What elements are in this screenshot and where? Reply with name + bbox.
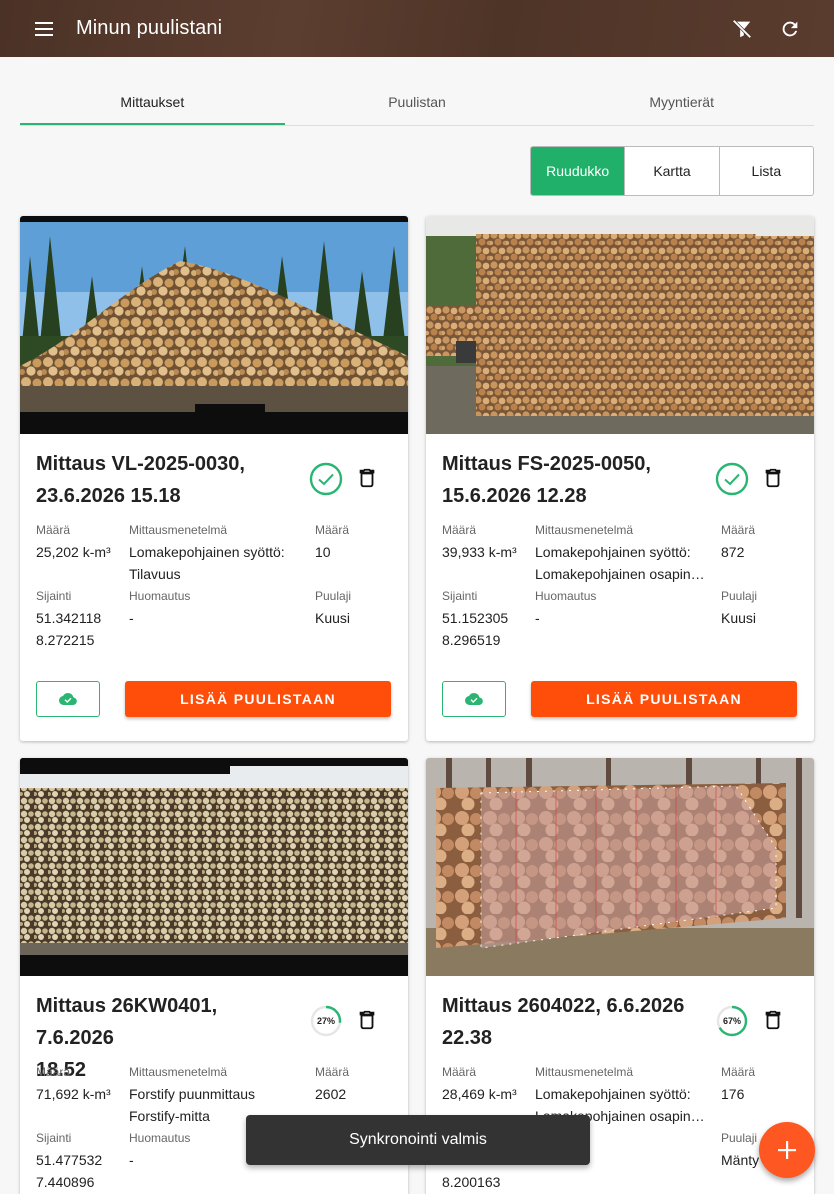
label-species: Puulaji	[315, 589, 352, 603]
check-circle-icon	[309, 462, 343, 496]
value-note: -	[129, 1152, 134, 1168]
label-note: Huomautus	[129, 589, 191, 603]
view-map-button[interactable]: Kartta	[624, 147, 718, 195]
label-amount: Määrä	[36, 523, 71, 537]
card-title-line1: Mittaus 26KW0401, 7.6.2026	[36, 995, 218, 1049]
cloud-upload-button[interactable]	[442, 681, 506, 717]
add-measurement-button[interactable]	[759, 1122, 815, 1178]
card-title-line2: 15.6.2026 12.28	[442, 485, 587, 507]
value-method-line1: Forstify puunmittaus	[129, 1086, 256, 1102]
snackbar-text: Synkronointi valmis	[349, 1131, 487, 1148]
tab-puulistan[interactable]: Puulistan	[285, 80, 550, 125]
cloud-upload-button[interactable]	[36, 681, 100, 717]
value-method-line2: Tilavuus	[129, 566, 181, 582]
card-title-line2: 22.38	[442, 1027, 493, 1049]
label-note: Huomautus	[129, 1131, 191, 1145]
trash-icon[interactable]	[356, 467, 378, 489]
check-circle-icon	[715, 462, 749, 496]
tab-bar: Mittaukset Puulistan Myyntierät	[20, 80, 814, 126]
value-volume: 25,202 k-m³	[36, 544, 111, 560]
label-method: Mittausmenetelmä	[129, 523, 228, 537]
menu-icon[interactable]	[32, 17, 56, 41]
card-title-line1: Mittaus 2604022, 6.6.2026	[442, 995, 685, 1017]
page-title: Minun puulistani	[76, 17, 223, 39]
card-title-line2: 23.6.2026 15.18	[36, 485, 181, 507]
label-note: Huomautus	[535, 589, 597, 603]
value-volume: 71,692 k-m³	[36, 1086, 111, 1102]
value-species: Mänty	[721, 1152, 760, 1168]
value-species: Kuusi	[315, 610, 351, 626]
value-count: 10	[315, 544, 331, 560]
progress-ring: 67%	[715, 1004, 749, 1038]
progress-label: 67%	[723, 1016, 741, 1026]
label-method: Mittausmenetelmä	[129, 1065, 228, 1079]
value-method-line1: Lomakepohjainen syöttö:	[535, 1086, 691, 1102]
cloud-done-icon	[59, 693, 77, 705]
value-count: 176	[721, 1086, 745, 1102]
label-amount: Määrä	[442, 1065, 477, 1079]
add-to-list-button[interactable]: LISÄÄ PUULISTAAN	[125, 681, 391, 717]
label-count: Määrä	[721, 523, 756, 537]
card-title: Mittaus 2604022, 6.6.2026 22.38	[442, 990, 702, 1054]
trash-icon[interactable]	[762, 1009, 784, 1031]
value-latitude: 51.152305	[442, 610, 509, 626]
value-longitude: 8.272215	[36, 632, 95, 648]
progress-ring: 27%	[309, 1004, 343, 1038]
refresh-icon[interactable]	[778, 17, 802, 41]
card-title: Mittaus FS-2025-0050, 15.6.2026 12.28	[442, 448, 702, 512]
measurement-photo	[426, 758, 814, 976]
measurement-photo	[20, 216, 408, 434]
trash-icon[interactable]	[356, 1009, 378, 1031]
tab-myyntierat[interactable]: Myyntierät	[549, 80, 814, 125]
measurement-card[interactable]: Mittaus FS-2025-0050, 15.6.2026 12.28 Mä…	[426, 216, 814, 741]
value-note: -	[129, 610, 134, 626]
app-bar: Minun puulistani	[0, 0, 834, 57]
label-count: Määrä	[315, 523, 350, 537]
tab-mittaukset[interactable]: Mittaukset	[20, 80, 285, 125]
measurement-photo	[20, 758, 408, 976]
label-method: Mittausmenetelmä	[535, 1065, 634, 1079]
view-toggle: Ruudukko Kartta Lista	[530, 146, 814, 196]
value-longitude: 7.440896	[36, 1174, 95, 1190]
value-count: 872	[721, 544, 745, 560]
value-volume: 28,469 k-m³	[442, 1086, 517, 1102]
measurement-card[interactable]: Mittaus VL-2025-0030, 23.6.2026 15.18 Mä…	[20, 216, 408, 741]
add-to-list-button[interactable]: LISÄÄ PUULISTAAN	[531, 681, 797, 717]
cloud-done-icon	[465, 693, 483, 705]
value-longitude: 8.200163	[442, 1174, 501, 1190]
label-count: Määrä	[721, 1065, 756, 1079]
value-method-line1: Lomakepohjainen syöttö:	[535, 544, 691, 560]
label-species: Puulaji	[721, 589, 758, 603]
snackbar: Synkronointi valmis	[246, 1115, 590, 1165]
value-species: Kuusi	[721, 610, 757, 626]
label-location: Sijainti	[36, 589, 72, 603]
value-volume: 39,933 k-m³	[442, 544, 517, 560]
value-note: -	[535, 610, 540, 626]
value-method-line1: Lomakepohjainen syöttö:	[129, 544, 285, 560]
trash-icon[interactable]	[762, 467, 784, 489]
value-count: 2602	[315, 1086, 347, 1102]
label-method: Mittausmenetelmä	[535, 523, 634, 537]
card-title-line1: Mittaus VL-2025-0030,	[36, 453, 245, 475]
value-latitude: 51.477532	[36, 1152, 103, 1168]
card-title: Mittaus VL-2025-0030, 23.6.2026 15.18	[36, 448, 296, 512]
value-latitude: 51.342118	[36, 610, 102, 626]
value-method-line2: Forstify-mitta	[129, 1108, 210, 1124]
filter-off-icon[interactable]	[730, 17, 754, 41]
label-location: Sijainti	[442, 589, 478, 603]
value-longitude: 8.296519	[442, 632, 501, 648]
view-grid-button[interactable]: Ruudukko	[531, 147, 625, 195]
view-list-button[interactable]: Lista	[718, 147, 813, 195]
label-amount: Määrä	[442, 523, 477, 537]
label-species: Puulaji	[721, 1131, 758, 1145]
label-location: Sijainti	[36, 1131, 72, 1145]
plus-icon	[778, 1141, 796, 1159]
value-method-line2: Lomakepohjainen osapin…	[535, 566, 705, 582]
measurement-photo	[426, 216, 814, 434]
progress-label: 27%	[317, 1016, 335, 1026]
label-count: Määrä	[315, 1065, 350, 1079]
label-amount: Määrä	[36, 1065, 71, 1079]
card-title-line1: Mittaus FS-2025-0050,	[442, 453, 651, 475]
